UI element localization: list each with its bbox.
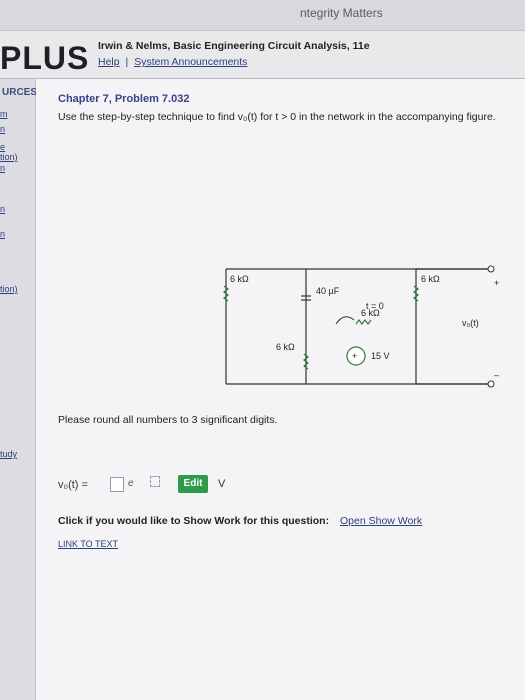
answer-input[interactable]: [110, 477, 124, 492]
output-plus-terminal: [487, 265, 495, 273]
label-r1: 6 kΩ: [230, 274, 249, 284]
sidebar-item[interactable]: tion): [0, 284, 18, 294]
sidebar-item[interactable]: e: [0, 142, 5, 152]
answer-row: v₀(t) = e Edit V: [58, 475, 358, 499]
sidebar-item[interactable]: tudy: [0, 449, 17, 459]
answer-label: v₀(t) =: [58, 479, 88, 491]
main-content: Chapter 7, Problem 7.032 Use the step-by…: [36, 79, 525, 700]
rounding-note: Please round all numbers to 3 significan…: [58, 414, 278, 426]
show-work-link[interactable]: Open Show Work: [340, 515, 422, 527]
top-bar: ntegrity Matters: [0, 0, 525, 31]
output-minus-terminal: [487, 380, 495, 388]
source-plus: +: [352, 351, 357, 361]
help-link[interactable]: Help: [98, 56, 120, 68]
label-plus: +: [494, 278, 499, 288]
label-r3: 6 kΩ: [421, 274, 440, 284]
resistor-2: [355, 319, 372, 325]
switch: [335, 316, 355, 325]
label-output: v₀(t): [462, 318, 479, 328]
link-to-text[interactable]: LINK TO TEXT: [58, 539, 118, 549]
label-switch: t = 0: [366, 301, 384, 311]
label-source: 15 V: [371, 351, 390, 361]
answer-exp: e: [128, 478, 134, 489]
header-links: Help | System Announcements: [98, 56, 247, 68]
sidebar: URCES m n e tion) n n n tion) tudy: [0, 79, 38, 700]
sidebar-item[interactable]: n: [0, 163, 5, 173]
header-separator: |: [125, 56, 129, 68]
resistor-4: [303, 353, 309, 370]
show-work-question: Click if you would like to Show Work for…: [58, 515, 330, 527]
edit-button[interactable]: Edit: [178, 475, 208, 493]
announcements-link[interactable]: System Announcements: [134, 56, 247, 68]
show-work-prompt: Click if you would like to Show Work for…: [58, 515, 422, 527]
sidebar-heading: URCES: [2, 87, 38, 98]
exponent-input[interactable]: [150, 476, 160, 487]
sidebar-item[interactable]: n: [0, 124, 5, 134]
label-minus: –: [494, 370, 499, 380]
sidebar-item[interactable]: n: [0, 229, 5, 239]
resistor-3: [413, 285, 419, 302]
label-r4: 6 kΩ: [276, 342, 295, 352]
problem-statement: Use the step-by-step technique to find v…: [58, 111, 496, 123]
problem-title: Chapter 7, Problem 7.032: [58, 93, 190, 105]
sidebar-item[interactable]: n: [0, 204, 5, 214]
answer-unit: V: [218, 478, 226, 490]
sidebar-item[interactable]: tion): [0, 152, 18, 162]
label-c1: 40 µF: [316, 286, 340, 296]
circuit-diagram: 6 kΩ 40 µF 6 kΩ 6 kΩ 6 kΩ t = 0 15 V + +…: [223, 265, 499, 388]
sidebar-item[interactable]: m: [0, 109, 8, 119]
top-bar-text: ntegrity Matters: [300, 6, 383, 20]
brand-logo: PLUS: [0, 40, 90, 76]
book-title: Irwin & Nelms, Basic Engineering Circuit…: [98, 40, 370, 52]
